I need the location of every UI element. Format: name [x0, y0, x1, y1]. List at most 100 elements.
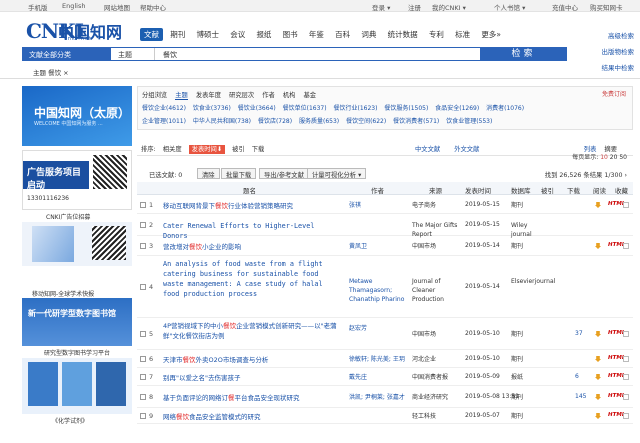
page-size-10[interactable]: 10 — [600, 154, 608, 161]
facet-item[interactable]: 中华人民共和国(738) — [193, 118, 251, 125]
english-link[interactable]: English — [62, 2, 85, 10]
category-select[interactable]: 文献全部分类 — [23, 48, 111, 60]
cnki-logo[interactable]: CNKI 中国知网 cnki.net — [26, 19, 126, 43]
tab-statistics[interactable]: 统计数据 — [384, 28, 422, 41]
download-icon[interactable] — [595, 243, 601, 249]
result-title-link[interactable]: 基于负面评论的网络订餐平台食品安全现状研究 — [163, 393, 348, 403]
sitemap-link[interactable]: 网站地图 — [104, 2, 130, 12]
author-link[interactable]: 赵宏芳 — [349, 324, 409, 333]
recharge-link[interactable]: 充值中心 — [552, 2, 578, 12]
tab-theses[interactable]: 博硕士 — [192, 28, 223, 41]
facet-item[interactable]: 食品安全(1269) — [435, 105, 479, 112]
row-checkbox[interactable] — [140, 243, 146, 249]
personal-library-link[interactable]: 个人书馆 ▾ — [494, 2, 525, 12]
row-checkbox[interactable] — [140, 222, 146, 228]
favorite-icon[interactable] — [623, 413, 629, 419]
search-button[interactable]: 检索 — [480, 47, 567, 61]
author-link[interactable]: 黄凤卫 — [349, 242, 409, 251]
download-icon[interactable] — [595, 413, 601, 419]
group-tab-author[interactable]: 作者 — [262, 92, 275, 99]
group-tab-subject[interactable]: 主题 — [175, 92, 188, 100]
source-link[interactable]: 商业经济研究 — [412, 393, 462, 402]
author-link[interactable]: Metawe Thamagasorn; Chanathip Pharino — [349, 277, 409, 304]
group-tab-fund[interactable]: 基金 — [303, 92, 316, 99]
sort-cited[interactable]: 被引 — [232, 146, 245, 153]
facet-item[interactable]: 餐饮服务(1505) — [384, 105, 428, 112]
help-link[interactable]: 帮助中心 — [140, 2, 166, 12]
favorite-icon[interactable] — [623, 356, 629, 362]
row-checkbox[interactable] — [140, 356, 146, 362]
download-icon[interactable] — [595, 331, 601, 337]
sort-date[interactable]: 发表时间⬇ — [188, 145, 226, 154]
ad-advertising-service[interactable]: 广告服务项目启动 13301116236 — [22, 150, 132, 210]
col-date[interactable]: 发表时间 — [465, 185, 491, 195]
row-checkbox[interactable] — [140, 202, 146, 208]
ad-digital-library[interactable]: 新一代研学型数字图书馆 — [22, 298, 132, 346]
chinese-literature-link[interactable]: 中文文献 — [415, 146, 440, 153]
page-size-20[interactable]: 20 — [610, 154, 618, 161]
tab-books[interactable]: 图书 — [279, 28, 302, 41]
result-title-link[interactable]: 移动互联网背景下餐饮行业体验营销策略研究 — [163, 201, 348, 211]
tab-encyclopedia[interactable]: 百科 — [331, 28, 354, 41]
ad-caption[interactable]: 移动知网-全球学术快报 — [32, 289, 94, 298]
facet-item[interactable]: 企业管理(1011) — [142, 118, 186, 125]
facet-item[interactable]: 餐饮企业(4612) — [142, 105, 186, 112]
tab-standards[interactable]: 标准 — [451, 28, 474, 41]
row-checkbox[interactable] — [140, 374, 146, 380]
result-title-link[interactable]: 别再"以爱之名"去伤害孩子 — [163, 373, 348, 383]
ad-caption[interactable]: 《化学试剂》 — [52, 416, 88, 425]
download-icon[interactable] — [595, 374, 601, 380]
result-title-link[interactable]: 天津市餐饮外卖O2O市场调查与分析 — [163, 355, 348, 365]
facet-item[interactable]: 饮食业管理(553) — [446, 118, 492, 125]
my-cnki-link[interactable]: 我的CNKI ▾ — [432, 2, 466, 12]
favorite-icon[interactable] — [623, 394, 629, 400]
register-link[interactable]: 注册 — [408, 2, 421, 12]
publication-search-link[interactable]: 出版物检索 — [570, 46, 640, 56]
col-title[interactable]: 题名 — [243, 185, 256, 195]
download-icon[interactable] — [595, 356, 601, 362]
source-link[interactable]: 河北企业 — [412, 355, 462, 364]
export-button[interactable]: 导出/参考文献 — [259, 168, 309, 179]
tab-newspapers[interactable]: 报纸 — [252, 28, 275, 41]
row-checkbox[interactable] — [140, 331, 146, 337]
row-checkbox[interactable] — [140, 394, 146, 400]
author-link[interactable]: 张祺 — [349, 201, 409, 210]
tab-yearbooks[interactable]: 年鉴 — [305, 28, 328, 41]
sort-relevance[interactable]: 相关度 — [163, 146, 182, 153]
facet-item[interactable]: 餐饮空间(622) — [346, 118, 386, 125]
source-link[interactable]: 中国消费者报 — [412, 373, 462, 382]
visual-analysis-button[interactable]: 计量可视化分析 ▾ — [307, 168, 367, 179]
download-icon[interactable] — [595, 202, 601, 208]
clear-button[interactable]: 清除 — [197, 168, 220, 179]
page-size-50[interactable]: 50 — [619, 154, 627, 161]
author-link[interactable]: 徐敏轩; 陈光美; 王玥 — [349, 355, 409, 364]
tab-patents[interactable]: 专利 — [425, 28, 448, 41]
foreign-literature-link[interactable]: 外文文献 — [454, 146, 479, 153]
facet-item[interactable]: 餐饮单位(1637) — [283, 105, 327, 112]
subscribe-link[interactable]: 免费订阅 — [602, 89, 626, 98]
breadcrumb[interactable]: 主题 餐饮 × — [33, 67, 69, 77]
tab-journals[interactable]: 期刊 — [166, 28, 189, 41]
sort-downloads[interactable]: 下载 — [252, 146, 265, 153]
mobile-link[interactable]: 手机版 — [28, 2, 48, 12]
buy-card-link[interactable]: 购买知网卡 — [590, 2, 623, 12]
ad-caption[interactable]: 研究型数字图书学习平台 — [44, 348, 110, 357]
favorite-icon[interactable] — [623, 374, 629, 380]
author-link[interactable]: 洪凯; 尹桐莱; 张嘉才 — [349, 393, 409, 402]
favorite-icon[interactable] — [623, 202, 629, 208]
source-link[interactable]: Journal of Cleaner Production — [412, 277, 462, 304]
favorite-icon[interactable] — [623, 331, 629, 337]
ad-caption[interactable]: CNKI广告位招募 — [46, 212, 90, 221]
advanced-search-link[interactable]: 高级检索 — [570, 30, 640, 40]
batch-download-button[interactable]: 批量下载 — [221, 168, 257, 179]
result-title-link[interactable]: An analysis of food waste from a flight … — [163, 259, 343, 299]
group-tab-level[interactable]: 研究层次 — [229, 92, 254, 99]
result-title-link[interactable]: 营改增对餐饮小企业的影响 — [163, 242, 348, 252]
ad-cnki-taiyuan[interactable]: 中国知网（太原） WELCOME 中国知网为服务 ... — [22, 86, 132, 146]
favorite-icon[interactable] — [623, 243, 629, 249]
ad-mobile-app[interactable] — [22, 222, 132, 266]
author-link[interactable]: 戴先庄 — [349, 373, 409, 382]
facet-item[interactable]: 餐饮业(3664) — [238, 105, 276, 112]
facet-item[interactable]: 餐饮店(728) — [258, 118, 292, 125]
col-author[interactable]: 作者 — [371, 185, 384, 195]
